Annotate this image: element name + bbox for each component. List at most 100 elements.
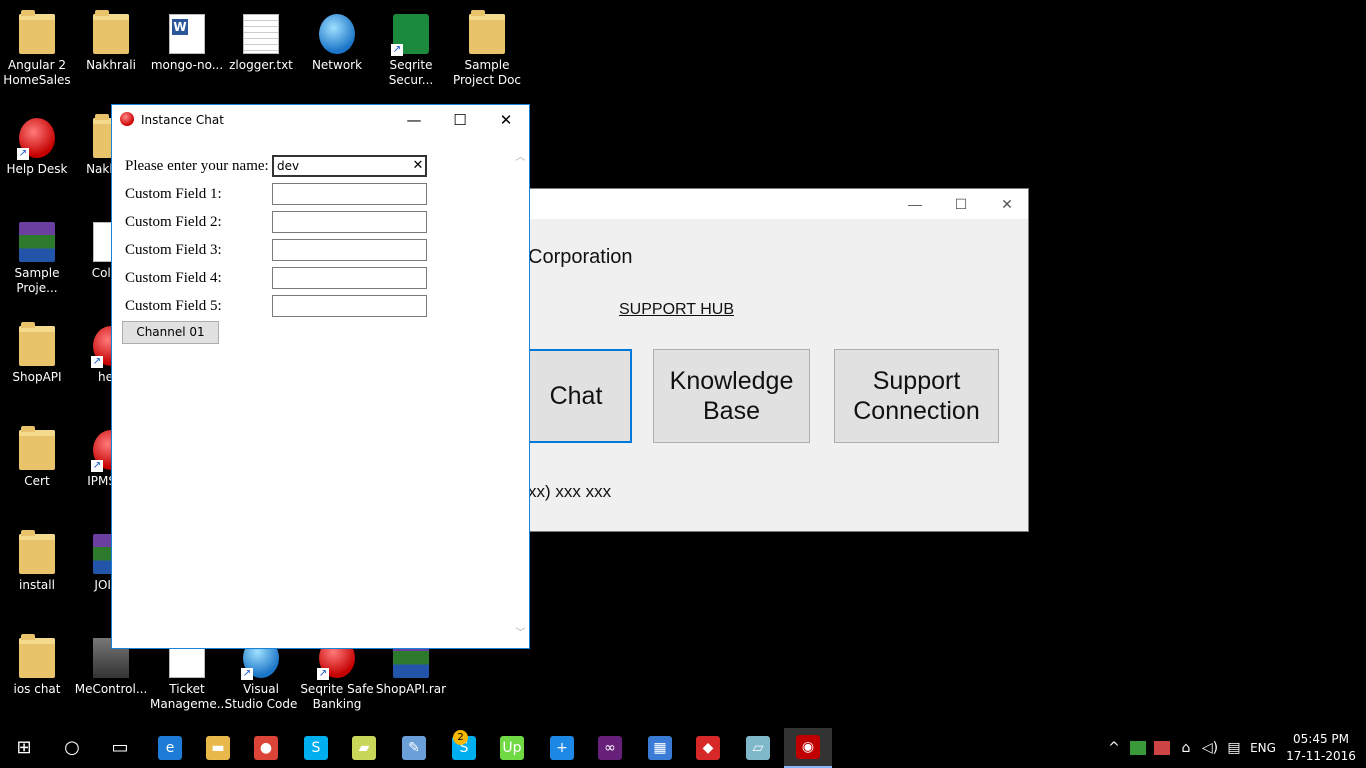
desktop-icon-label: ShopAPI (12, 370, 62, 384)
help-desk-taskbar-icon[interactable]: ◉ (784, 728, 832, 768)
folder-icon (19, 634, 55, 678)
tray-app-icon[interactable] (1128, 728, 1148, 768)
custom-field-4-input[interactable] (272, 267, 427, 289)
name-input[interactable] (272, 155, 427, 177)
knowledge-base-button[interactable]: Knowledge Base (653, 349, 810, 443)
desktop-icon-label: Angular 2 HomeSales (3, 58, 71, 87)
skype-notification-badge: 2 (453, 730, 468, 745)
medical-app-icon[interactable]: + (538, 728, 586, 768)
edge-icon[interactable]: e (146, 728, 194, 768)
network-globe-icon (319, 14, 355, 54)
desktop-icon-nakhrali[interactable]: Nakhrali (74, 6, 148, 73)
chat-button[interactable]: Chat (520, 349, 632, 443)
desktop-icon-install[interactable]: install (0, 526, 74, 593)
folder-app-icon[interactable]: ▰ (340, 728, 388, 768)
support-hub-link[interactable]: SUPPORT HUB (619, 301, 734, 319)
desktop-icon-label: ios chat (13, 682, 61, 696)
support-hub-window[interactable]: — ☐ ✕ Corporation SUPPORT HUB Chat Knowl… (449, 188, 1029, 532)
custom-field-1-input[interactable] (272, 183, 427, 205)
file-explorer-icon[interactable]: ▬ (194, 728, 242, 768)
cortana-glyph-icon: ○ (60, 736, 84, 760)
desktop-icon-label: Help Desk (6, 162, 68, 176)
folder-vscode-icon (19, 10, 55, 54)
desktop-icon-seqrite-secur[interactable]: Seqrite Secur... (374, 6, 448, 88)
custom-field-3-input[interactable] (272, 239, 427, 261)
desktop-icon-mongo-no[interactable]: mongo-no... (150, 6, 224, 73)
paint-icon[interactable]: ✎ (390, 728, 438, 768)
desktop-icon-sample-project-doc[interactable]: Sample Project Doc (450, 6, 524, 88)
desktop-icon-shopapi[interactable]: ShopAPI (0, 318, 74, 385)
action-center-icon[interactable]: ▤ (1224, 728, 1244, 768)
close-button[interactable]: ✕ (483, 105, 529, 135)
clear-input-icon[interactable]: ✕ (411, 156, 425, 176)
network-app-icon[interactable]: ▦ (636, 728, 684, 768)
paint-glyph-icon: ✎ (402, 736, 426, 760)
channel-01-button[interactable]: Channel 01 (122, 321, 219, 344)
desktop-icon-help-desk[interactable]: Help Desk (0, 110, 74, 177)
window-title: Instance Chat (141, 113, 224, 127)
desktop-icon-label: Ticket Manageme... (150, 682, 229, 711)
desktop-icon-label: Seqrite Secur... (388, 58, 434, 87)
desktop-icon-network[interactable]: Network (300, 6, 374, 73)
chrome-glyph-icon: ● (254, 736, 278, 760)
maximize-button[interactable]: ☐ (437, 105, 483, 135)
desktop-icon-label: Visual Studio Code (224, 682, 298, 711)
folder-icon (19, 426, 55, 470)
support-connection-button[interactable]: Support Connection (834, 349, 999, 443)
custom-field-5-label: Custom Field 5: (125, 297, 222, 314)
folder-icon (19, 530, 55, 574)
clock-date: 17-11-2016 (1286, 749, 1356, 763)
language-indicator[interactable]: ENG (1248, 728, 1278, 768)
support-hub-titlebar[interactable]: — ☐ ✕ (450, 189, 1028, 219)
custom-field-3-label: Custom Field 3: (125, 241, 222, 258)
skype-icon[interactable]: S (292, 728, 340, 768)
instance-chat-window[interactable]: Instance Chat — ☐ ✕ Please enter your na… (111, 104, 530, 649)
notes-app-icon[interactable]: ▱ (734, 728, 782, 768)
task-view-glyph-icon: ▭ (108, 736, 132, 760)
medical-app-glyph-icon: + (550, 736, 574, 760)
taskbar: ⊞ ○ ▭ e ▬ ● S ▰ ✎ S Up + ∞ ▦ ◆ ▱ ◉ 2 ^ ⌂ ◁) ▤ ENG 05:45 … (0, 728, 1366, 768)
upwork-icon[interactable]: Up (488, 728, 536, 768)
tray-ipms-icon[interactable] (1152, 728, 1172, 768)
desktop-icon-cert[interactable]: Cert (0, 422, 74, 489)
desktop-icon-angular-2-homesales[interactable]: Angular 2 HomeSales (0, 6, 74, 88)
skype-glyph-icon: S (304, 736, 328, 760)
desktop-icon-label: Sample Proje... (14, 266, 60, 295)
desktop-icon-label: Nakhrali (86, 58, 136, 72)
volume-tray-icon[interactable]: ◁) (1200, 728, 1220, 768)
ipms-taskbar-icon[interactable]: ◆ (684, 728, 732, 768)
instance-chat-titlebar[interactable]: Instance Chat — ☐ ✕ (112, 105, 529, 135)
vertical-scrollbar[interactable]: ︿ ﹀ (512, 135, 529, 648)
minimize-button[interactable]: — (892, 189, 938, 219)
cortana-button[interactable]: ○ (48, 728, 96, 768)
desktop-icon-label: MeControl... (74, 682, 148, 696)
folder-icon (93, 10, 129, 54)
taskbar-clock[interactable]: 05:45 PM 17-11-2016 (1282, 731, 1360, 765)
network-tray-icon[interactable]: ⌂ (1176, 728, 1196, 768)
edge-glyph-icon: e (158, 736, 182, 760)
help-desk-icon (17, 118, 55, 160)
seqrite-security-icon (391, 14, 429, 56)
desktop-icon-label: Cert (24, 474, 50, 488)
name-label: Please enter your name: (125, 157, 269, 174)
desktop-icon-label: Seqrite Safe Banking (300, 682, 374, 711)
scroll-down-icon[interactable]: ﹀ (512, 625, 529, 642)
start-button[interactable]: ⊞ (0, 728, 48, 768)
scroll-up-icon[interactable]: ︿ (512, 149, 529, 166)
task-view-button[interactable]: ▭ (96, 728, 144, 768)
custom-field-5-input[interactable] (272, 295, 427, 317)
show-hidden-icons-chevron-icon[interactable]: ^ (1104, 728, 1124, 768)
desktop-icon-zlogger-txt[interactable]: zlogger.txt (224, 6, 298, 73)
desktop-icon-ios-chat[interactable]: ios chat (0, 630, 74, 697)
visual-studio-icon[interactable]: ∞ (586, 728, 634, 768)
custom-field-1-label: Custom Field 1: (125, 185, 222, 202)
folder-app-glyph-icon: ▰ (352, 736, 376, 760)
maximize-button[interactable]: ☐ (938, 189, 984, 219)
minimize-button[interactable]: — (391, 105, 437, 135)
desktop-icon-label: ShopAPI.rar (375, 682, 447, 696)
close-button[interactable]: ✕ (984, 189, 1030, 219)
desktop-icon-sample-proje[interactable]: Sample Proje... (0, 214, 74, 296)
custom-field-2-input[interactable] (272, 211, 427, 233)
custom-field-4-label: Custom Field 4: (125, 269, 222, 286)
chrome-icon[interactable]: ● (242, 728, 290, 768)
